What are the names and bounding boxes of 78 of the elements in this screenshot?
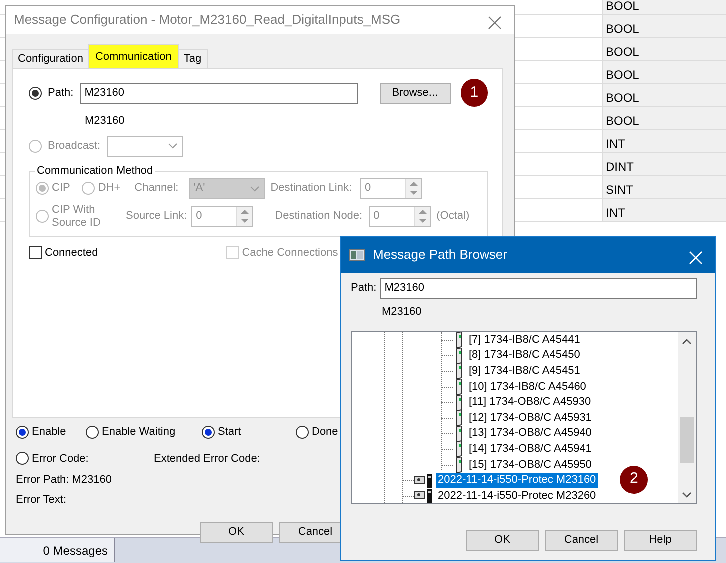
option-label: DH+ bbox=[98, 181, 121, 196]
status-indicator[interactable] bbox=[16, 426, 29, 439]
resolved-path: M23160 bbox=[85, 114, 126, 129]
tab[interactable]: Tag bbox=[178, 49, 208, 68]
tree-item[interactable]: 2022-11-14-i550-Protec M23260 bbox=[436, 488, 598, 502]
data-type-cell: INT bbox=[606, 137, 626, 151]
browse-button[interactable]: Browse... bbox=[380, 82, 451, 104]
step-badge: 1 bbox=[460, 79, 488, 107]
dialog-button[interactable]: OK bbox=[466, 530, 539, 550]
tree-item[interactable]: [7] 1734-IB8/C A45441 bbox=[467, 332, 582, 348]
field-label: Destination Link: bbox=[270, 181, 352, 196]
caret-icon bbox=[250, 186, 260, 192]
data-type-cell: BOOL bbox=[606, 91, 640, 105]
data-type-cell: BOOL bbox=[606, 45, 640, 59]
unit-label: (Octal) bbox=[436, 209, 470, 224]
field-label: Broadcast: bbox=[48, 138, 101, 154]
field-label: Channel: bbox=[134, 181, 179, 196]
status-indicator[interactable] bbox=[16, 452, 29, 466]
number-spinner: 0 bbox=[191, 206, 254, 227]
tree-item[interactable]: [14] 1734-OB8/C A45941 bbox=[467, 442, 594, 457]
data-type-cell: DINT bbox=[606, 160, 634, 174]
data-type-cell: BOOL bbox=[606, 0, 640, 13]
number-spinner: 0 bbox=[360, 178, 422, 199]
error-path-text: Error Path: M23160 bbox=[16, 473, 112, 488]
option-label: CIP With Source ID bbox=[52, 204, 102, 230]
status-label: Start bbox=[218, 425, 242, 440]
scrollbar[interactable] bbox=[678, 332, 696, 502]
radio-button[interactable] bbox=[29, 86, 42, 100]
tab[interactable]: Configuration bbox=[12, 49, 90, 68]
status-label: Error Code: bbox=[32, 452, 89, 466]
window-title: Message Path Browser bbox=[373, 246, 508, 264]
field-label: Path: bbox=[351, 281, 377, 296]
window-icon bbox=[349, 249, 365, 261]
status-label: Done bbox=[312, 425, 338, 440]
step-badge: 2 bbox=[620, 466, 648, 494]
window-title: Message Configuration - Motor_M23160_Read_DigitalInputs_MSG bbox=[14, 11, 401, 30]
checkbox-label: Cache Connections bbox=[242, 246, 338, 260]
close-icon bbox=[689, 250, 703, 265]
checkbox[interactable] bbox=[29, 246, 42, 260]
status-label: Enable bbox=[32, 425, 66, 440]
error-text-label: Error Text: bbox=[16, 492, 67, 508]
dialog-button[interactable]: OK bbox=[200, 522, 273, 543]
scroll-thumb[interactable] bbox=[680, 416, 694, 462]
device-icon bbox=[414, 472, 434, 489]
option-label: CIP bbox=[52, 181, 70, 196]
tree-item[interactable]: [12] 1734-OB8/C A45931 bbox=[467, 410, 594, 426]
data-type-cell: BOOL bbox=[606, 68, 640, 82]
tree-item[interactable]: [13] 1734-OB8/C A45940 bbox=[467, 426, 594, 442]
dialog-button[interactable]: Cancel bbox=[545, 530, 618, 550]
data-type-cell: SINT bbox=[606, 183, 634, 197]
tree-item[interactable]: [10] 1734-IB8/C A45460 bbox=[467, 380, 588, 395]
data-type-cell: INT bbox=[606, 206, 626, 220]
resolved-path: M23160 bbox=[381, 305, 423, 320]
field-label: Destination Node: bbox=[275, 209, 363, 224]
field-label: Path: bbox=[48, 86, 74, 101]
tree-item[interactable]: [9] 1734-IB8/C A45451 bbox=[467, 364, 582, 379]
status-indicator[interactable] bbox=[296, 426, 309, 439]
device-icon bbox=[414, 488, 434, 502]
tree-item[interactable]: 2022-11-14-i550-Protec M23160 bbox=[436, 473, 598, 488]
path-field[interactable]: M23160 bbox=[380, 278, 697, 299]
tree-item[interactable]: [15] 1734-OB8/C A45950 bbox=[467, 458, 594, 473]
status-label: Extended Error Code: bbox=[154, 452, 260, 466]
status-indicator[interactable] bbox=[86, 426, 99, 439]
tab[interactable]: Communication bbox=[88, 44, 179, 68]
field-label: Source Link: bbox=[126, 209, 188, 224]
checkbox-label: Connected bbox=[45, 246, 98, 260]
status-indicator[interactable] bbox=[202, 426, 215, 439]
tree-item[interactable]: [11] 1734-OB8/C A45930 bbox=[467, 395, 594, 410]
close-icon bbox=[488, 16, 502, 30]
path-field[interactable]: M23160 bbox=[80, 82, 358, 104]
tree-item[interactable]: [8] 1734-IB8/C A45450 bbox=[467, 348, 582, 364]
status-label: Enable Waiting bbox=[102, 425, 176, 440]
data-type-cell: BOOL bbox=[606, 22, 640, 36]
number-spinner: 0 bbox=[368, 206, 431, 227]
messages-tab[interactable]: 0 Messages bbox=[0, 538, 115, 562]
data-type-cell: BOOL bbox=[606, 114, 640, 128]
caret-icon bbox=[168, 143, 178, 149]
dialog-button[interactable]: Help bbox=[624, 530, 697, 550]
